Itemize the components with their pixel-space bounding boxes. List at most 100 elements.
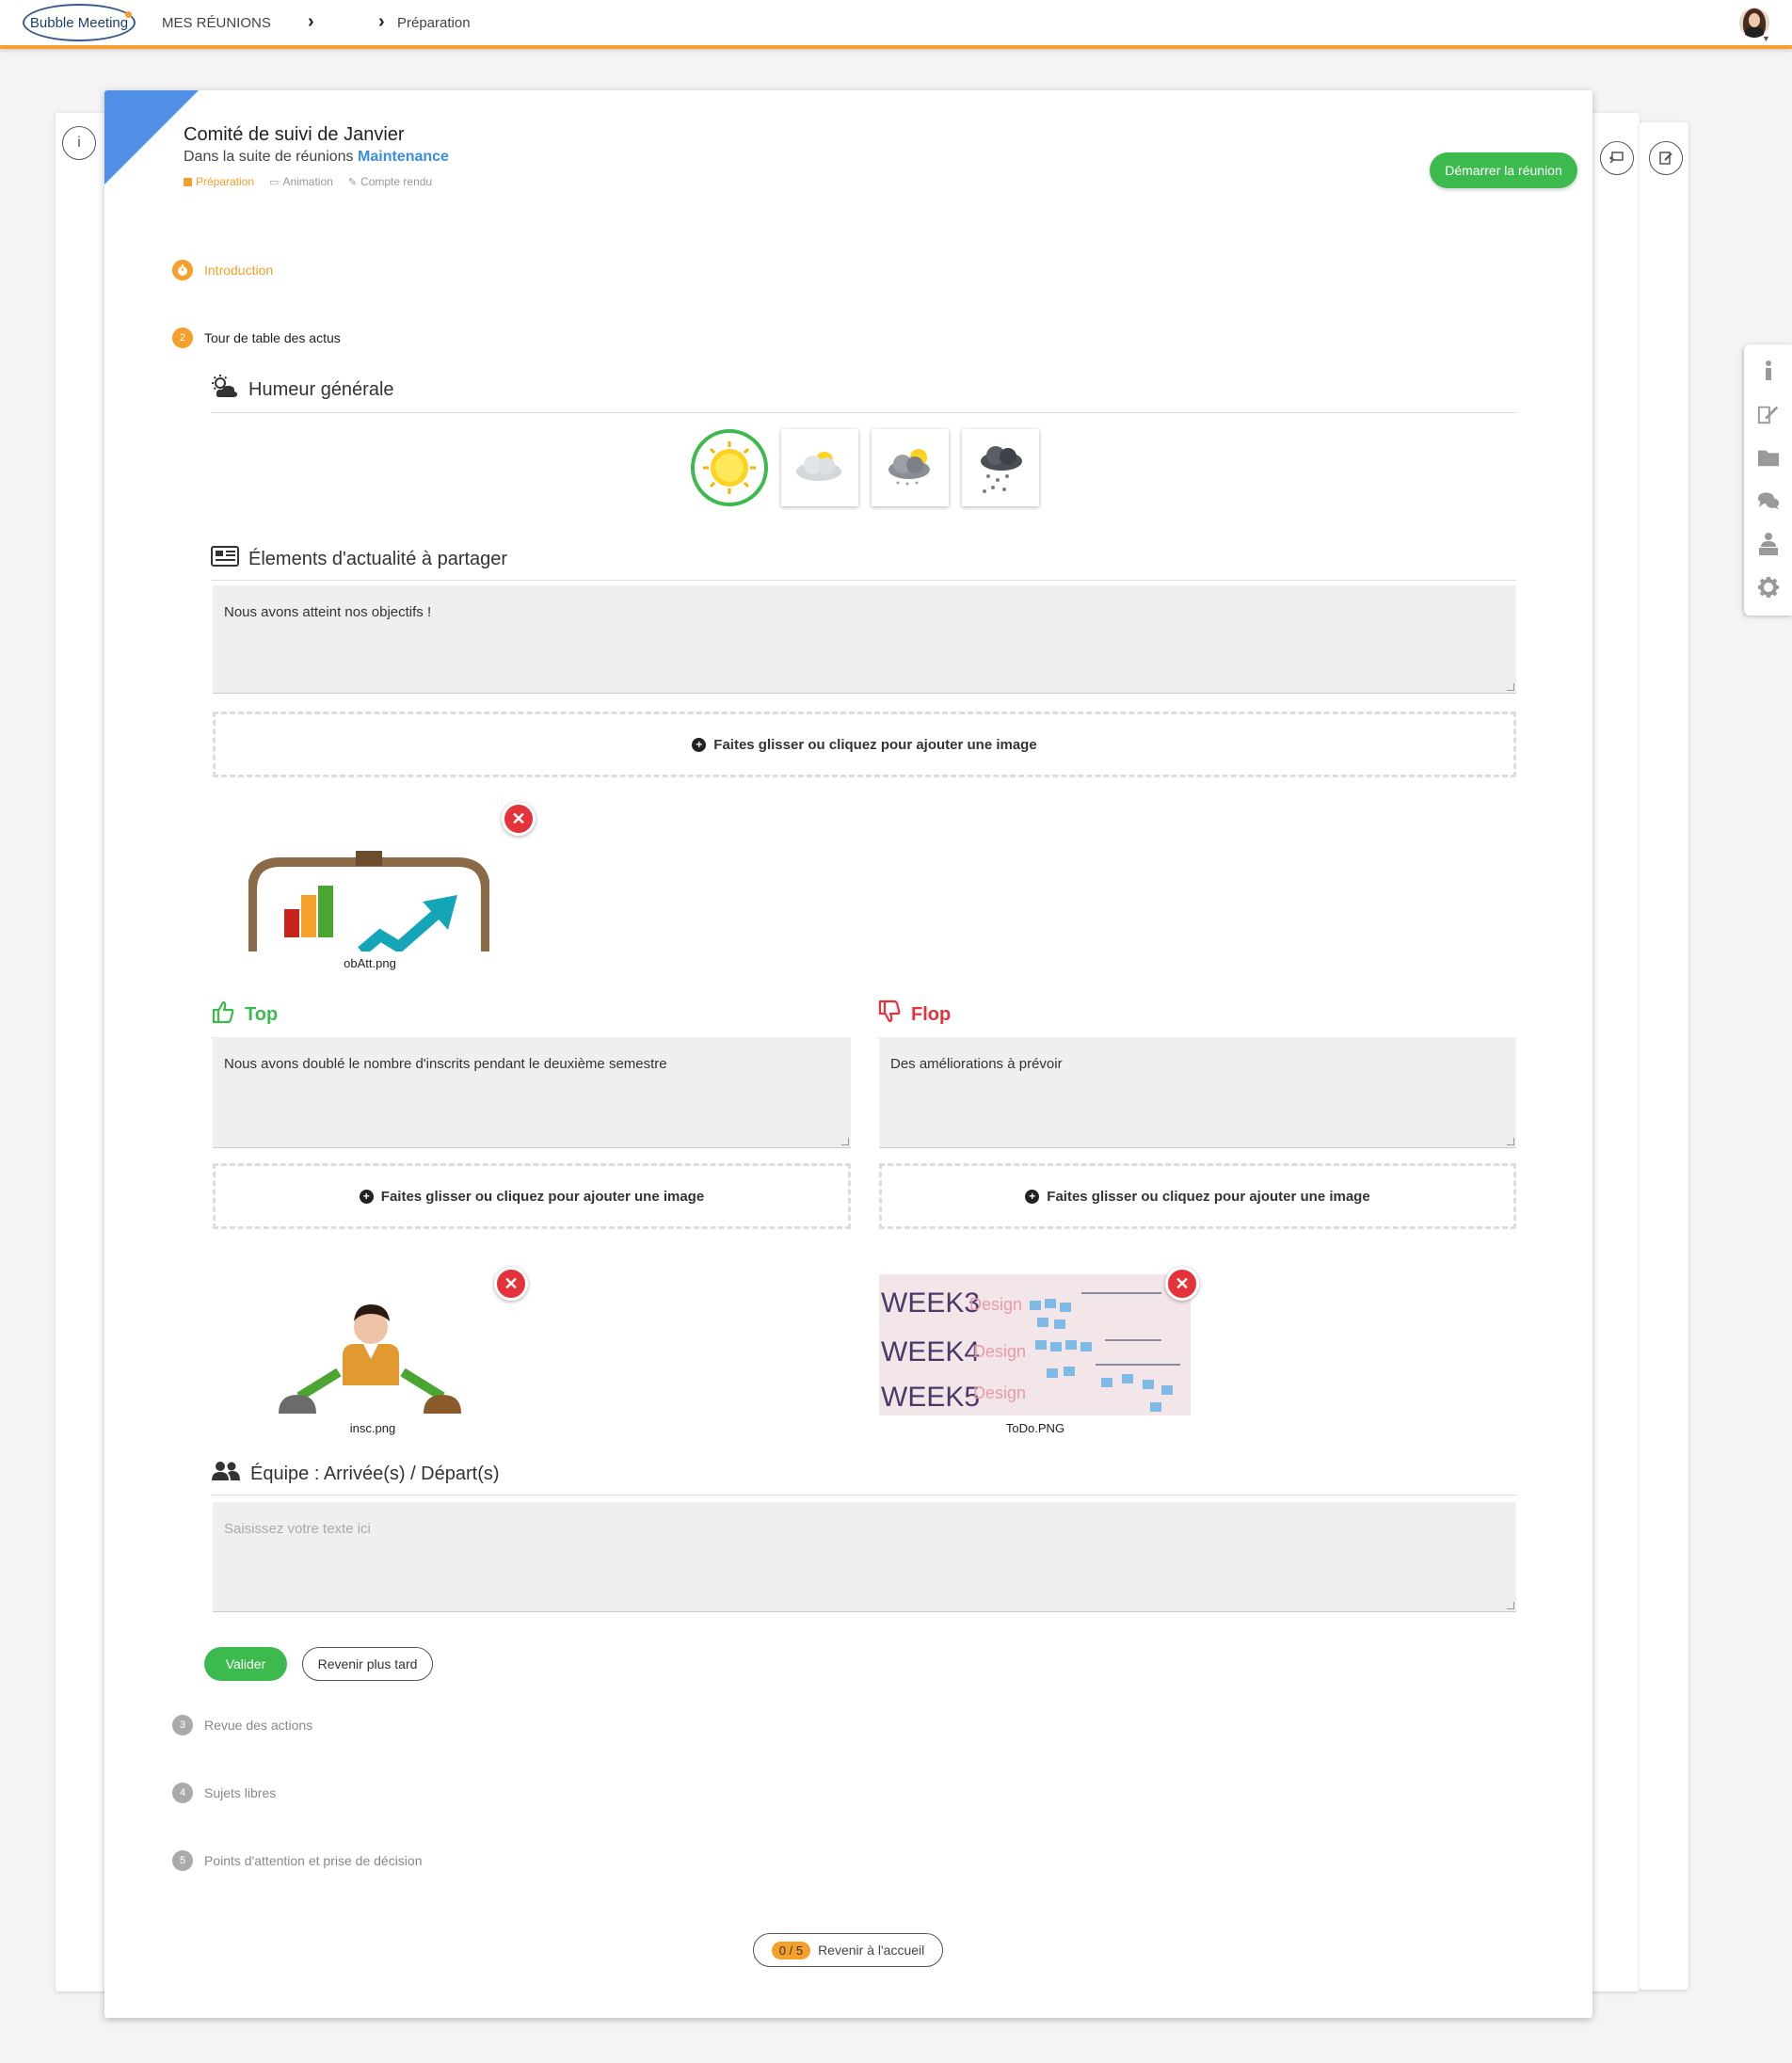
resize-grip-icon[interactable] bbox=[1507, 1602, 1514, 1609]
folder-icon[interactable] bbox=[1757, 446, 1780, 469]
top-textarea[interactable]: Nous avons doublé le nombre d'inscrits p… bbox=[213, 1037, 851, 1148]
delete-image-todo-button[interactable]: ✕ bbox=[1165, 1267, 1199, 1301]
people-network-illustration bbox=[279, 1304, 461, 1414]
top-navbar: Bubble Meeting MES RÉUNIONS › › Préparat… bbox=[0, 0, 1792, 49]
report-edit-icon[interactable] bbox=[1649, 141, 1683, 175]
info-icon[interactable]: i bbox=[62, 126, 96, 160]
chat-icon[interactable] bbox=[1757, 489, 1780, 512]
people-hierarchy-icon[interactable] bbox=[1757, 533, 1780, 555]
image-todo[interactable]: WEEK3 WEEK4 WEEK5 Design Design Design bbox=[879, 1274, 1191, 1415]
start-meeting-button[interactable]: Démarrer la réunion bbox=[1430, 152, 1577, 188]
step-5-number: 5 bbox=[172, 1850, 193, 1871]
step-3[interactable]: 3 Revue des actions bbox=[172, 1715, 312, 1735]
actu-textarea[interactable]: Nous avons atteint nos objectifs ! bbox=[213, 585, 1516, 694]
resize-grip-icon[interactable] bbox=[1507, 683, 1514, 691]
flop-header: Flop bbox=[877, 1000, 1516, 1038]
svg-text:WEEK4: WEEK4 bbox=[881, 1336, 980, 1367]
dropzone-label: Faites glisser ou cliquez pour ajouter u… bbox=[713, 736, 1037, 753]
delete-image-insc-button[interactable]: ✕ bbox=[494, 1267, 528, 1301]
image-insc[interactable] bbox=[252, 1291, 493, 1414]
chevron-right-icon: › bbox=[378, 11, 385, 32]
presentation-icon: ▭ bbox=[269, 176, 280, 188]
step-4[interactable]: 4 Sujets libres bbox=[172, 1783, 276, 1803]
cloud-sun-icon bbox=[888, 449, 930, 486]
humeur-title: Humeur générale bbox=[248, 378, 394, 400]
resize-grip-icon[interactable] bbox=[1507, 1138, 1514, 1145]
flop-dropzone[interactable]: + Faites glisser ou cliquez pour ajouter… bbox=[879, 1163, 1516, 1229]
mood-sun[interactable] bbox=[691, 429, 768, 506]
tab-compte-rendu[interactable]: ✎ Compte rendu bbox=[348, 175, 432, 188]
svg-text:Design: Design bbox=[973, 1342, 1026, 1361]
image-obatt[interactable] bbox=[248, 843, 490, 956]
meeting-card: Comité de suivi de Janvier Dans la suite… bbox=[104, 90, 1592, 2018]
actu-dropzone[interactable]: + Faites glisser ou cliquez pour ajouter… bbox=[213, 712, 1516, 777]
avatar-body bbox=[1745, 27, 1764, 38]
newspaper-icon bbox=[211, 546, 239, 572]
edit-document-icon[interactable] bbox=[1757, 403, 1780, 425]
flop-text: Des améliorations à prévoir bbox=[890, 1056, 1063, 1072]
plus-circle-icon: + bbox=[1025, 1189, 1040, 1204]
step-4-label: Sujets libres bbox=[204, 1785, 277, 1800]
step-4-number: 4 bbox=[172, 1783, 193, 1803]
app-logo[interactable]: Bubble Meeting bbox=[23, 4, 136, 41]
tab-preparation[interactable]: Préparation bbox=[184, 175, 254, 188]
step-2[interactable]: 2 Tour de table des actus bbox=[172, 328, 341, 348]
tab-animation[interactable]: ▭ Animation bbox=[269, 175, 333, 188]
info-icon[interactable] bbox=[1757, 360, 1780, 382]
presentation-icon[interactable] bbox=[1600, 141, 1634, 175]
chart-growth-illustration bbox=[248, 851, 490, 956]
meeting-title: Comité de suivi de Janvier bbox=[184, 124, 405, 145]
step-5-label: Points d'attention et prise de décision bbox=[204, 1853, 423, 1868]
gear-icon[interactable] bbox=[1757, 576, 1780, 599]
chevron-right-icon: › bbox=[308, 11, 314, 32]
tab-compte-rendu-label: Compte rendu bbox=[360, 175, 433, 188]
come-back-later-button[interactable]: Revenir plus tard bbox=[302, 1647, 433, 1681]
top-header: Top bbox=[211, 1000, 850, 1038]
step-1[interactable]: Introduction bbox=[172, 260, 273, 280]
sun-icon bbox=[703, 441, 756, 494]
step-5[interactable]: 5 Points d'attention et prise de décisio… bbox=[172, 1850, 423, 1871]
image-insc-caption: insc.png bbox=[349, 1421, 396, 1435]
caret-down-icon[interactable]: ▼ bbox=[1762, 34, 1770, 43]
right-toolbar bbox=[1744, 344, 1792, 616]
top-text: Nous avons doublé le nombre d'inscrits p… bbox=[224, 1056, 667, 1072]
step-2-label: Tour de table des actus bbox=[204, 330, 341, 345]
top-dropzone[interactable]: + Faites glisser ou cliquez pour ajouter… bbox=[213, 1163, 851, 1229]
series-link[interactable]: Maintenance bbox=[358, 149, 449, 165]
weather-icon bbox=[211, 375, 239, 405]
validate-button[interactable]: Valider bbox=[204, 1647, 287, 1681]
step-2-number: 2 bbox=[172, 328, 193, 348]
step-3-number: 3 bbox=[172, 1715, 193, 1735]
svg-text:WEEK5: WEEK5 bbox=[881, 1382, 980, 1413]
mood-cloudy[interactable] bbox=[781, 429, 858, 506]
back-card-right-1 bbox=[1587, 113, 1640, 1991]
mood-cloud-sun[interactable] bbox=[872, 429, 949, 506]
plus-circle-icon: + bbox=[359, 1189, 374, 1204]
actu-text: Nous avons atteint nos objectifs ! bbox=[224, 604, 432, 620]
dropzone-label: Faites glisser ou cliquez pour ajouter u… bbox=[1047, 1188, 1370, 1205]
progress-badge: 0 / 5 bbox=[771, 1941, 811, 1959]
image-obatt-caption: obAtt.png bbox=[344, 956, 396, 970]
back-home-button[interactable]: 0 / 5 Revenir à l'accueil bbox=[753, 1933, 943, 1967]
svg-text:Design: Design bbox=[969, 1295, 1022, 1314]
breadcrumb-preparation[interactable]: Préparation bbox=[397, 15, 471, 31]
back-home-label: Revenir à l'accueil bbox=[818, 1943, 925, 1958]
whiteboard-photo: WEEK3 WEEK4 WEEK5 Design Design Design bbox=[879, 1274, 1191, 1415]
avatar-face bbox=[1749, 13, 1760, 27]
users-icon bbox=[211, 1461, 241, 1487]
delete-image-obatt-button[interactable]: ✕ bbox=[502, 802, 536, 836]
dropzone-label: Faites glisser ou cliquez pour ajouter u… bbox=[380, 1188, 705, 1205]
resize-grip-icon[interactable] bbox=[841, 1138, 849, 1145]
equipe-textarea[interactable]: Saisissez votre texte ici bbox=[213, 1502, 1516, 1612]
thumbs-up-icon bbox=[211, 1000, 235, 1030]
stopwatch-icon bbox=[172, 260, 193, 280]
meeting-subtitle: Dans la suite de réunions Maintenance bbox=[184, 149, 449, 166]
phase-tabs: Préparation ▭ Animation ✎ Compte rendu bbox=[184, 175, 432, 188]
flop-textarea[interactable]: Des améliorations à prévoir bbox=[879, 1037, 1516, 1148]
breadcrumb-my-meetings[interactable]: MES RÉUNIONS bbox=[162, 15, 271, 31]
step-3-label: Revue des actions bbox=[204, 1718, 313, 1733]
cloudy-icon bbox=[796, 452, 841, 481]
equipe-placeholder: Saisissez votre texte ici bbox=[224, 1521, 371, 1537]
mood-rain-snow[interactable] bbox=[962, 429, 1039, 506]
svg-text:WEEK3: WEEK3 bbox=[881, 1287, 980, 1319]
